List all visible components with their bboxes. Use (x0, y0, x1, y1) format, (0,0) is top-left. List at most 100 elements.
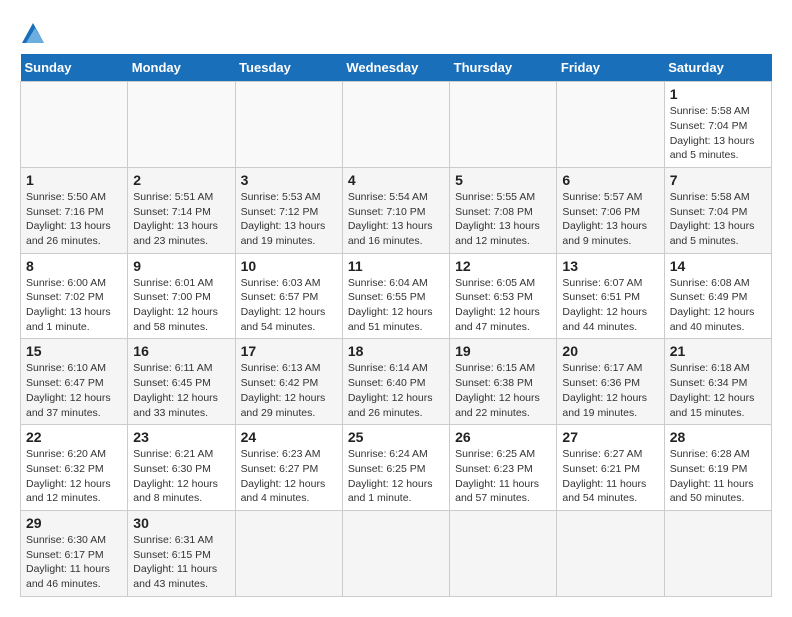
day-info: Sunrise: 5:53 AM Sunset: 7:12 PM Dayligh… (241, 190, 337, 249)
day-info: Sunrise: 5:57 AM Sunset: 7:06 PM Dayligh… (562, 190, 658, 249)
day-number: 4 (348, 172, 444, 188)
calendar-week-row: 1Sunrise: 5:50 AM Sunset: 7:16 PM Daylig… (21, 167, 772, 253)
day-number: 21 (670, 343, 766, 359)
calendar-cell (450, 510, 557, 596)
day-number: 18 (348, 343, 444, 359)
calendar-cell: 1Sunrise: 5:50 AM Sunset: 7:16 PM Daylig… (21, 167, 128, 253)
day-info: Sunrise: 6:05 AM Sunset: 6:53 PM Dayligh… (455, 276, 551, 335)
day-info: Sunrise: 5:58 AM Sunset: 7:04 PM Dayligh… (670, 104, 766, 163)
day-number: 26 (455, 429, 551, 445)
calendar-cell: 14 Sunrise: 6:08 AM Sunset: 6:49 PM Dayli… (664, 253, 771, 339)
day-number: 15 (26, 343, 122, 359)
day-number: 25 (348, 429, 444, 445)
calendar-cell: 29Sunrise: 6:30 AM Sunset: 6:17 PM Dayli… (21, 510, 128, 596)
day-info: Sunrise: 6:20 AM Sunset: 6:32 PM Dayligh… (26, 447, 122, 506)
calendar-cell: 16 Sunrise: 6:11 AM Sunset: 6:45 PM Dayli… (128, 339, 235, 425)
calendar-cell (557, 82, 664, 168)
day-info: Sunrise: 6:28 AM Sunset: 6:19 PM Dayligh… (670, 447, 766, 506)
day-info: Sunrise: 6:18 AM Sunset: 6:34 PM Dayligh… (670, 361, 766, 420)
day-header-tuesday: Tuesday (235, 54, 342, 82)
day-header-saturday: Saturday (664, 54, 771, 82)
calendar-cell (21, 82, 128, 168)
calendar-cell: 24 Sunrise: 6:23 AM Sunset: 6:27 PM Dayli… (235, 425, 342, 511)
day-number: 22 (26, 429, 122, 445)
calendar-cell: 22 Sunrise: 6:20 AM Sunset: 6:32 PM Dayli… (21, 425, 128, 511)
day-info: Sunrise: 6:01 AM Sunset: 7:00 PM Dayligh… (133, 276, 229, 335)
calendar-cell (235, 82, 342, 168)
calendar-cell: 25 Sunrise: 6:24 AM Sunset: 6:25 PM Dayli… (342, 425, 449, 511)
calendar-cell: 11 Sunrise: 6:04 AM Sunset: 6:55 PM Dayli… (342, 253, 449, 339)
calendar-cell: 26 Sunrise: 6:25 AM Sunset: 6:23 PM Dayli… (450, 425, 557, 511)
calendar-week-row: 1 Sunrise: 5:58 AM Sunset: 7:04 PM Daylig… (21, 82, 772, 168)
day-info: Sunrise: 6:07 AM Sunset: 6:51 PM Dayligh… (562, 276, 658, 335)
calendar-cell (664, 510, 771, 596)
calendar-cell: 8 Sunrise: 6:00 AM Sunset: 7:02 PM Daylig… (21, 253, 128, 339)
day-info: Sunrise: 6:25 AM Sunset: 6:23 PM Dayligh… (455, 447, 551, 506)
calendar-table: SundayMondayTuesdayWednesdayThursdayFrid… (20, 54, 772, 597)
day-number: 2 (133, 172, 229, 188)
day-number: 9 (133, 258, 229, 274)
day-header-sunday: Sunday (21, 54, 128, 82)
day-number: 17 (241, 343, 337, 359)
day-info: Sunrise: 6:03 AM Sunset: 6:57 PM Dayligh… (241, 276, 337, 335)
day-number: 24 (241, 429, 337, 445)
calendar-cell: 7 Sunrise: 5:58 AM Sunset: 7:04 PM Daylig… (664, 167, 771, 253)
calendar-cell: 2 Sunrise: 5:51 AM Sunset: 7:14 PM Daylig… (128, 167, 235, 253)
day-info: Sunrise: 6:04 AM Sunset: 6:55 PM Dayligh… (348, 276, 444, 335)
calendar-cell: 6 Sunrise: 5:57 AM Sunset: 7:06 PM Daylig… (557, 167, 664, 253)
day-info: Sunrise: 6:00 AM Sunset: 7:02 PM Dayligh… (26, 276, 122, 335)
day-info: Sunrise: 6:24 AM Sunset: 6:25 PM Dayligh… (348, 447, 444, 506)
calendar-cell: 4 Sunrise: 5:54 AM Sunset: 7:10 PM Daylig… (342, 167, 449, 253)
day-number: 12 (455, 258, 551, 274)
calendar-cell: 15 Sunrise: 6:10 AM Sunset: 6:47 PM Dayli… (21, 339, 128, 425)
page-header (20, 20, 772, 44)
calendar-cell: 17Sunrise: 6:13 AM Sunset: 6:42 PM Dayli… (235, 339, 342, 425)
calendar-cell: 27Sunrise: 6:27 AM Sunset: 6:21 PM Dayli… (557, 425, 664, 511)
calendar-cell: 21 Sunrise: 6:18 AM Sunset: 6:34 PM Dayli… (664, 339, 771, 425)
calendar-week-row: 29Sunrise: 6:30 AM Sunset: 6:17 PM Dayli… (21, 510, 772, 596)
day-number: 13 (562, 258, 658, 274)
calendar-cell: 12 Sunrise: 6:05 AM Sunset: 6:53 PM Dayli… (450, 253, 557, 339)
day-info: Sunrise: 6:14 AM Sunset: 6:40 PM Dayligh… (348, 361, 444, 420)
calendar-week-row: 8 Sunrise: 6:00 AM Sunset: 7:02 PM Daylig… (21, 253, 772, 339)
day-number: 6 (562, 172, 658, 188)
calendar-cell (235, 510, 342, 596)
calendar-cell (342, 82, 449, 168)
calendar-cell: 3Sunrise: 5:53 AM Sunset: 7:12 PM Daylig… (235, 167, 342, 253)
day-number: 23 (133, 429, 229, 445)
day-number: 1 (670, 86, 766, 102)
calendar-cell: 9 Sunrise: 6:01 AM Sunset: 7:00 PM Daylig… (128, 253, 235, 339)
day-number: 20 (562, 343, 658, 359)
day-header-wednesday: Wednesday (342, 54, 449, 82)
calendar-cell: 30Sunrise: 6:31 AM Sunset: 6:15 PM Dayli… (128, 510, 235, 596)
calendar-cell (342, 510, 449, 596)
day-info: Sunrise: 5:51 AM Sunset: 7:14 PM Dayligh… (133, 190, 229, 249)
day-info: Sunrise: 6:10 AM Sunset: 6:47 PM Dayligh… (26, 361, 122, 420)
calendar-cell: 19Sunrise: 6:15 AM Sunset: 6:38 PM Dayli… (450, 339, 557, 425)
day-info: Sunrise: 6:08 AM Sunset: 6:49 PM Dayligh… (670, 276, 766, 335)
calendar-cell: 1 Sunrise: 5:58 AM Sunset: 7:04 PM Daylig… (664, 82, 771, 168)
day-number: 5 (455, 172, 551, 188)
calendar-week-row: 22 Sunrise: 6:20 AM Sunset: 6:32 PM Dayli… (21, 425, 772, 511)
calendar-cell: 13 Sunrise: 6:07 AM Sunset: 6:51 PM Dayli… (557, 253, 664, 339)
day-info: Sunrise: 6:17 AM Sunset: 6:36 PM Dayligh… (562, 361, 658, 420)
day-number: 8 (26, 258, 122, 274)
day-number: 7 (670, 172, 766, 188)
day-info: Sunrise: 5:50 AM Sunset: 7:16 PM Dayligh… (26, 190, 122, 249)
day-header-friday: Friday (557, 54, 664, 82)
day-info: Sunrise: 6:15 AM Sunset: 6:38 PM Dayligh… (455, 361, 551, 420)
day-info: Sunrise: 6:23 AM Sunset: 6:27 PM Dayligh… (241, 447, 337, 506)
calendar-cell: 5Sunrise: 5:55 AM Sunset: 7:08 PM Daylig… (450, 167, 557, 253)
calendar-cell (557, 510, 664, 596)
day-info: Sunrise: 5:58 AM Sunset: 7:04 PM Dayligh… (670, 190, 766, 249)
day-info: Sunrise: 6:27 AM Sunset: 6:21 PM Dayligh… (562, 447, 658, 506)
day-info: Sunrise: 5:54 AM Sunset: 7:10 PM Dayligh… (348, 190, 444, 249)
calendar-week-row: 15 Sunrise: 6:10 AM Sunset: 6:47 PM Dayli… (21, 339, 772, 425)
day-info: Sunrise: 6:11 AM Sunset: 6:45 PM Dayligh… (133, 361, 229, 420)
day-number: 11 (348, 258, 444, 274)
day-number: 28 (670, 429, 766, 445)
calendar-cell: 18 Sunrise: 6:14 AM Sunset: 6:40 PM Dayli… (342, 339, 449, 425)
day-number: 14 (670, 258, 766, 274)
day-number: 16 (133, 343, 229, 359)
day-header-thursday: Thursday (450, 54, 557, 82)
